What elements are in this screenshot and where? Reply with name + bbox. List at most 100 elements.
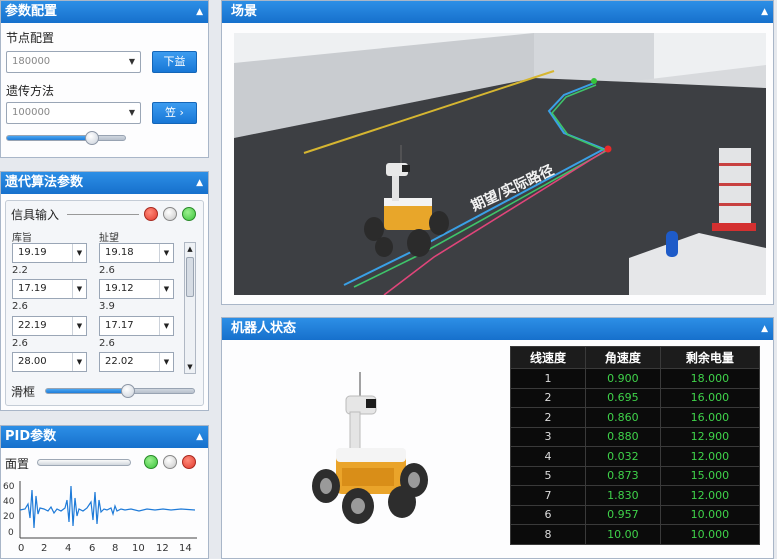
method-button[interactable]: 笠 › [152,102,197,124]
param-left-1[interactable]: 17.19 ▼ [12,279,87,299]
x-tick-8: 8 [112,543,118,554]
scene-viewport[interactable]: 期望/实际路径 [234,33,766,295]
scroll-down-icon[interactable]: ▼ [185,361,195,373]
params-slider-thumb[interactable] [85,131,99,145]
params-panel: 参数配置 ▲ 节点配置 180000 ▼ 下益 遗传方法 100000 ▼ 笠 … [0,0,209,158]
chevron-down-icon: ▼ [159,280,173,298]
cell-battery: 16.000 [659,407,761,428]
chevron-down-icon: ▼ [72,353,86,371]
cell-linear: 2 [510,387,586,408]
param-right-0[interactable]: 19.18 ▼ [99,243,174,263]
cell-linear: 1 [510,368,586,389]
col-battery: 剩余电量 [659,346,761,369]
params-slider[interactable] [6,135,126,141]
collapse-icon[interactable]: ▲ [196,1,203,23]
method-select[interactable]: 100000 ▼ [6,102,141,124]
params-panel-header: 参数配置 ▲ [1,1,208,23]
cell-linear: 2 [510,407,586,428]
param-left-3[interactable]: 28.00 ▼ [12,352,87,372]
robot-panel-header: 机器人状态 ▲ [222,318,773,340]
param-left-0[interactable]: 19.19 ▼ [12,243,87,263]
cell-angular: 0.880 [584,426,661,447]
robot-panel-title: 机器人状态 [231,321,297,336]
node-config-select[interactable]: 180000 ▼ [6,51,141,73]
signal-divider [67,214,139,215]
table-row: 6 0.957 10.000 [510,504,761,525]
param-left-3-value: 28.00 [18,356,47,367]
scene-panel-title: 场景 [231,4,258,19]
robot-status-table: 线速度 角速度 剩余电量 1 0.900 18.000 2 0.695 16.000 2… [510,346,761,545]
cell-battery: 12.000 [659,485,761,506]
cell-angular: 0.860 [584,407,661,428]
iter-panel-header: 遗代算法参数 ▲ [1,172,208,194]
param-right-3-label: 2.6 [99,338,115,349]
cell-angular: 0.900 [584,368,661,389]
chevron-down-icon: ▼ [159,317,173,335]
collapse-icon[interactable]: ▲ [196,426,203,448]
table-row: 2 0.695 16.000 [510,387,761,408]
table-row: 7 1.830 12.000 [510,485,761,506]
pid-red-light [182,455,196,469]
x-tick-4: 4 [65,543,71,554]
iter-slider-fill [46,389,129,393]
chevron-down-icon: ▼ [159,353,173,371]
start-marker [591,78,597,84]
param-left-3-label: 2.6 [12,338,28,349]
chevron-down-icon: ▼ [128,108,136,117]
cell-linear: 3 [510,426,586,447]
goal-marker [604,145,612,153]
iter-panel-title: 遗代算法参数 [5,175,84,190]
table-row: 3 0.880 12.900 [510,426,761,447]
col1-header: 库旨 [12,233,32,244]
node-config-button[interactable]: 下益 [152,51,197,73]
param-left-2-value: 22.19 [18,320,47,331]
node-config-value: 180000 [12,56,51,67]
cell-battery: 10.000 [659,504,761,525]
scroll-up-icon[interactable]: ▲ [185,243,195,255]
param-right-1-label: 2.6 [99,265,115,276]
collapse-icon[interactable]: ▲ [196,172,203,194]
param-right-2[interactable]: 17.17 ▼ [99,316,174,336]
param-left-2-label: 2.6 [12,301,28,312]
param-scrollbar[interactable]: ▲ ▼ [184,242,196,374]
chevron-down-icon: ▼ [159,244,173,262]
cell-battery: 10.000 [659,524,761,545]
status-green-light [182,207,196,221]
cell-angular: 0.695 [584,387,661,408]
cell-linear: 4 [510,446,586,467]
cell-linear: 7 [510,485,586,506]
cell-angular: 10.00 [584,524,661,545]
pid-panel: PID参数 ▲ 面置 60 40 20 0 0 2 4 6 8 10 12 14 [0,425,209,559]
node-config-label: 节点配置 [6,31,55,45]
cell-battery: 12.000 [659,446,761,467]
param-right-2-value: 17.17 [105,320,134,331]
iter-slider-thumb[interactable] [121,384,135,398]
scene-panel: 场景 ▲ 期望/实际路径 [221,0,774,305]
pid-label: 面置 [5,457,30,471]
table-row: 4 0.032 12.000 [510,446,761,467]
param-left-2[interactable]: 22.19 ▼ [12,316,87,336]
method-value: 100000 [12,107,51,118]
collapse-icon[interactable]: ▲ [761,318,768,340]
y-tick-60: 60 [3,482,15,492]
cell-battery: 12.900 [659,426,761,447]
params-panel-title: 参数配置 [5,4,58,19]
cell-battery: 18.000 [659,368,761,389]
robot-panel: 机器人状态 ▲ 线速度 角速度 剩余电量 1 0.900 18.000 2 0.695… [221,317,774,559]
param-right-1[interactable]: 19.12 ▼ [99,279,174,299]
iter-slider[interactable] [45,388,195,394]
col2-header: 扯望 [99,233,119,244]
x-tick-2: 2 [41,543,47,554]
param-right-2-label: 3.9 [99,301,115,312]
y-tick-0: 0 [8,528,14,538]
collapse-icon[interactable]: ▲ [761,1,768,23]
pid-signal-line [19,485,196,529]
param-right-3[interactable]: 22.02 ▼ [99,352,174,372]
pid-green-light [144,455,158,469]
cell-angular: 0.873 [584,465,661,486]
cell-linear: 8 [510,524,586,545]
scrollbar-thumb[interactable] [186,257,194,297]
x-tick-6: 6 [89,543,95,554]
status-grey-light [163,207,177,221]
cell-angular: 0.957 [584,504,661,525]
